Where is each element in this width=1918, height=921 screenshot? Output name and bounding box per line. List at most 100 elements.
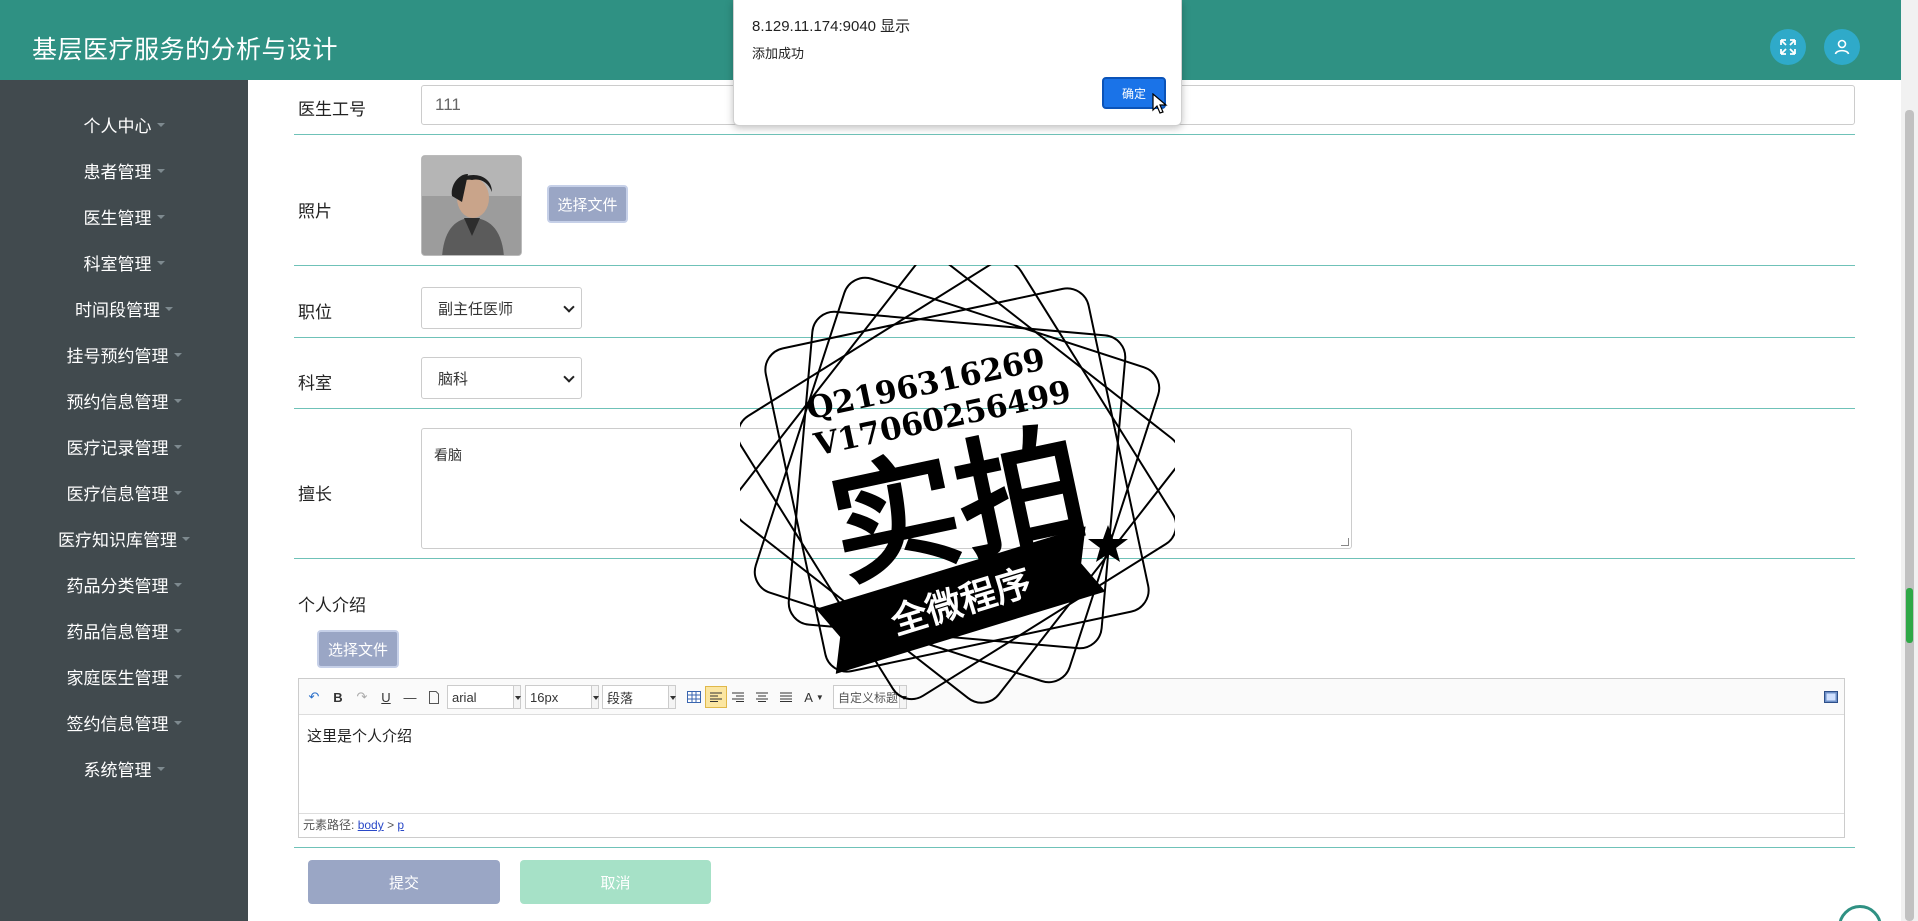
caret-down-icon — [156, 261, 165, 265]
paragraph-value: 段落 — [607, 690, 634, 706]
mouse-cursor-icon — [1152, 93, 1168, 114]
department-select[interactable]: 脑科 — [421, 357, 582, 399]
caret-down-icon — [173, 583, 182, 587]
caret-down-icon — [173, 675, 182, 679]
sidebar-item-label: 签约信息管理 — [66, 714, 169, 734]
page-scrollbar[interactable] — [1901, 0, 1918, 921]
element-path-label: 元素路径: — [303, 818, 355, 832]
fullscreen-editor-icon[interactable] — [1823, 688, 1839, 706]
cancel-button[interactable]: 取消 — [520, 860, 711, 904]
path-link-p[interactable]: p — [397, 818, 404, 832]
element-path-bar: 元素路径: body > p — [299, 813, 1844, 837]
dropdown-arrow-icon — [591, 685, 599, 709]
table-icon[interactable] — [685, 688, 703, 706]
sidebar-item-label: 预约信息管理 — [66, 392, 169, 412]
doctor-photo — [421, 155, 522, 256]
font-size-select[interactable]: 16px — [525, 685, 599, 709]
scrollbar-thumb[interactable] — [1905, 110, 1914, 921]
sidebar-item-label: 系统管理 — [83, 760, 152, 780]
caret-down-icon — [156, 215, 165, 219]
sidebar-item-label: 药品信息管理 — [66, 622, 169, 642]
doctor-id-label: 医生工号 — [298, 100, 366, 119]
sidebar-item-drug-info[interactable]: 药品信息管理 — [0, 607, 248, 653]
alert-message: 添加成功 — [752, 46, 805, 61]
specialty-label: 擅长 — [298, 485, 332, 504]
app-title: 基层医疗服务的分析与设计 — [32, 36, 339, 64]
sidebar-item-patients[interactable]: 患者管理 — [0, 147, 248, 193]
bold-icon[interactable]: B — [329, 688, 347, 706]
sidebar-item-label: 患者管理 — [83, 162, 152, 182]
sidebar-item-appointments[interactable]: 预约信息管理 — [0, 377, 248, 423]
person-photo-image — [422, 156, 521, 255]
align-left-icon[interactable] — [705, 686, 727, 708]
path-separator: > — [387, 818, 395, 832]
intro-choose-file-button[interactable]: 选择文件 — [317, 630, 399, 668]
caret-down-icon — [156, 123, 165, 127]
sidebar-item-label: 挂号预约管理 — [66, 346, 169, 366]
sidebar-item-label: 医疗知识库管理 — [58, 530, 177, 550]
sidebar-item-knowledge-base[interactable]: 医疗知识库管理 — [0, 515, 248, 561]
sidebar-item-drug-categories[interactable]: 药品分类管理 — [0, 561, 248, 607]
font-size-value: 16px — [530, 689, 559, 705]
caret-down-icon — [156, 767, 165, 771]
caret-down-icon — [156, 169, 165, 173]
chevron-down-icon — [563, 371, 575, 383]
caret-down-icon — [173, 629, 182, 633]
sidebar-item-label: 医疗信息管理 — [66, 484, 169, 504]
sidebar-item-departments[interactable]: 科室管理 — [0, 239, 248, 285]
underline-icon[interactable]: U — [377, 688, 395, 706]
department-value: 脑科 — [438, 370, 469, 388]
back-to-top-button[interactable] — [1838, 905, 1882, 921]
row-divider — [294, 847, 1855, 848]
chevron-down-icon — [563, 301, 575, 313]
caret-down-icon — [173, 353, 182, 357]
dropdown-arrow-icon — [668, 685, 676, 709]
row-divider — [294, 134, 1855, 135]
page-icon[interactable] — [425, 688, 443, 706]
redo-icon[interactable]: ↷ — [353, 688, 371, 706]
sidebar: 个人中心 患者管理 医生管理 科室管理 时间段管理 挂号预约管理 预约信息管理 … — [0, 80, 248, 921]
sidebar-item-label: 医生管理 — [83, 208, 152, 228]
watermark-stamp: Q2196316269 V17060256499 实拍 全微程序 — [740, 265, 1175, 704]
position-value: 副主任医师 — [438, 300, 514, 318]
caret-down-icon — [173, 445, 182, 449]
sidebar-item-label: 科室管理 — [83, 254, 152, 274]
paragraph-select[interactable]: 段落 — [602, 685, 676, 709]
department-label: 科室 — [298, 374, 332, 393]
editor-content[interactable]: 这里是个人介绍 — [307, 725, 412, 746]
caret-down-icon — [173, 491, 182, 495]
submit-button[interactable]: 提交 — [308, 860, 500, 904]
position-label: 职位 — [298, 303, 332, 322]
position-select[interactable]: 副主任医师 — [421, 287, 582, 329]
sidebar-item-label: 药品分类管理 — [66, 576, 169, 596]
user-button[interactable] — [1824, 29, 1860, 65]
caret-down-icon — [173, 721, 182, 725]
sidebar-item-time-slots[interactable]: 时间段管理 — [0, 285, 248, 331]
sidebar-item-contracts[interactable]: 签约信息管理 — [0, 699, 248, 745]
undo-icon[interactable]: ↶ — [305, 688, 323, 706]
intro-label: 个人介绍 — [298, 596, 366, 615]
scrollbar-marker — [1906, 588, 1913, 643]
sidebar-item-registration[interactable]: 挂号预约管理 — [0, 331, 248, 377]
sidebar-item-doctors[interactable]: 医生管理 — [0, 193, 248, 239]
caret-down-icon — [173, 399, 182, 403]
sidebar-item-medical-info[interactable]: 医疗信息管理 — [0, 469, 248, 515]
resize-grip-icon[interactable] — [1341, 538, 1349, 546]
fullscreen-button[interactable] — [1770, 29, 1806, 65]
horizontal-rule-icon[interactable]: — — [401, 688, 419, 706]
sidebar-item-label: 时间段管理 — [75, 300, 160, 320]
photo-choose-file-button[interactable]: 选择文件 — [547, 185, 628, 223]
sidebar-item-medical-records[interactable]: 医疗记录管理 — [0, 423, 248, 469]
caret-down-icon — [165, 307, 173, 311]
caret-down-icon — [182, 537, 190, 541]
font-family-select[interactable]: arial — [447, 685, 521, 709]
sidebar-item-system[interactable]: 系统管理 — [0, 745, 248, 791]
user-icon — [1834, 39, 1850, 55]
path-link-body[interactable]: body — [358, 818, 384, 832]
sidebar-item-personal-center[interactable]: 个人中心 — [0, 101, 248, 147]
sidebar-item-label: 个人中心 — [83, 116, 152, 136]
sidebar-item-family-doctors[interactable]: 家庭医生管理 — [0, 653, 248, 699]
alert-dialog: 8.129.11.174:9040 显示 添加成功 确定 — [733, 0, 1182, 126]
dropdown-arrow-icon — [513, 685, 521, 709]
sidebar-item-label: 家庭医生管理 — [66, 668, 169, 688]
